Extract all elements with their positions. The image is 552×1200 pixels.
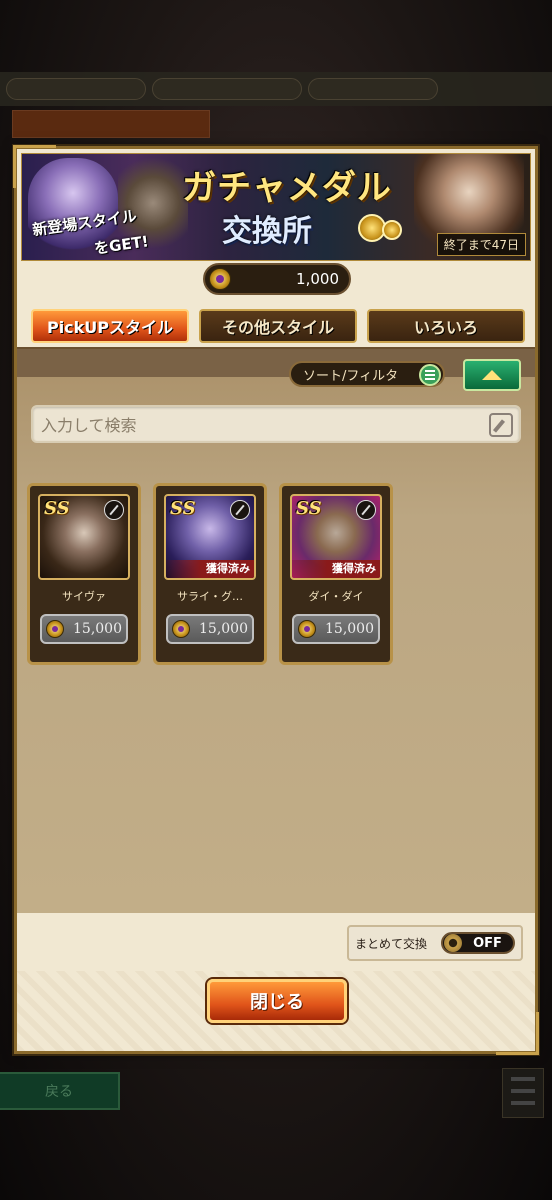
background-resource xyxy=(6,78,146,100)
toggle-knob xyxy=(444,934,462,952)
rank-badge: SS xyxy=(296,498,322,519)
bulk-exchange-label: まとめて交換 xyxy=(355,936,428,951)
search-placeholder: 入力して検索 xyxy=(41,416,137,435)
medal-exchange-dialog: ガチャメダル 交換所 新登場スタイル をGET! 終了まで47日 1,000 P… xyxy=(13,145,539,1055)
background-resource-bar xyxy=(0,72,552,106)
price-value: 15,000 xyxy=(199,621,248,637)
card-name: ダイ・ダイ xyxy=(308,590,364,603)
tab-pickup-style[interactable]: PickUPスタイル xyxy=(31,309,189,343)
banner-subtitle: 交換所 xyxy=(222,214,312,249)
medal-coin-icon xyxy=(172,620,190,638)
rank-badge: SS xyxy=(170,498,196,519)
card-price: 15,000 xyxy=(292,614,380,644)
background-back-button: 戻る xyxy=(0,1072,120,1110)
background-resource xyxy=(152,78,302,100)
card-price: 15,000 xyxy=(166,614,254,644)
tab-misc[interactable]: いろいろ xyxy=(367,309,525,343)
style-card[interactable]: SS 獲得済み ダイ・ダイ 15,000 xyxy=(279,483,393,665)
collapse-toggle-button[interactable] xyxy=(463,359,521,391)
medal-icon xyxy=(382,220,402,240)
style-card-list: SS サイヴァ 15,000 SS 獲得済み サライ・グ… 15,000 SS … xyxy=(27,483,393,665)
medal-balance: 1,000 xyxy=(203,263,351,295)
sword-icon xyxy=(230,500,250,520)
triangle-up-icon xyxy=(482,370,502,380)
price-value: 15,000 xyxy=(73,621,122,637)
banner-title: ガチャメダル xyxy=(182,168,392,208)
weapon-icon xyxy=(356,500,376,520)
bulk-exchange-switch[interactable]: OFF xyxy=(441,932,515,954)
sort-filter-label: ソート/フィルタ xyxy=(303,368,399,384)
item-list-area: ソート/フィルタ 入力して検索 SS サイヴァ 15,000 SS 獲得済み サ… xyxy=(17,347,535,913)
edit-icon[interactable] xyxy=(489,413,513,437)
style-card[interactable]: SS 獲得済み サライ・グ… 15,000 xyxy=(153,483,267,665)
close-button[interactable]: 閉じる xyxy=(207,979,347,1023)
medal-balance-value: 1,000 xyxy=(296,270,339,288)
character-portrait: SS 獲得済み xyxy=(290,494,382,580)
medal-coin-icon xyxy=(46,620,64,638)
search-input[interactable]: 入力して検索 xyxy=(31,405,521,443)
card-name: サライ・グ… xyxy=(177,590,243,603)
style-card[interactable]: SS サイヴァ 15,000 xyxy=(27,483,141,665)
tab-other-style[interactable]: その他スタイル xyxy=(199,309,357,343)
list-icon xyxy=(419,364,441,386)
card-name: サイヴァ xyxy=(62,590,106,603)
category-tabs: PickUPスタイル その他スタイル いろいろ xyxy=(31,309,525,343)
character-portrait: SS 獲得済み xyxy=(164,494,256,580)
sort-filter-button[interactable]: ソート/フィルタ xyxy=(289,361,445,387)
card-price: 15,000 xyxy=(40,614,128,644)
exchange-banner: ガチャメダル 交換所 新登場スタイル をGET! 終了まで47日 xyxy=(21,153,531,261)
rank-badge: SS xyxy=(44,498,70,519)
obtained-badge: 獲得済み xyxy=(166,560,254,578)
background-menu-icon xyxy=(502,1068,544,1118)
background-resource xyxy=(308,78,438,100)
toggle-state: OFF xyxy=(473,935,502,951)
character-portrait: SS xyxy=(38,494,130,580)
weapon-icon xyxy=(104,500,124,520)
background-gacha-tab xyxy=(12,110,210,138)
medal-coin-icon xyxy=(298,620,316,638)
price-value: 15,000 xyxy=(325,621,374,637)
bulk-exchange-toggle[interactable]: まとめて交換 OFF xyxy=(347,925,523,961)
deadline-badge: 終了まで47日 xyxy=(436,233,526,256)
filter-bar xyxy=(17,349,535,377)
medal-coin-icon xyxy=(209,268,231,290)
obtained-badge: 獲得済み xyxy=(292,560,380,578)
